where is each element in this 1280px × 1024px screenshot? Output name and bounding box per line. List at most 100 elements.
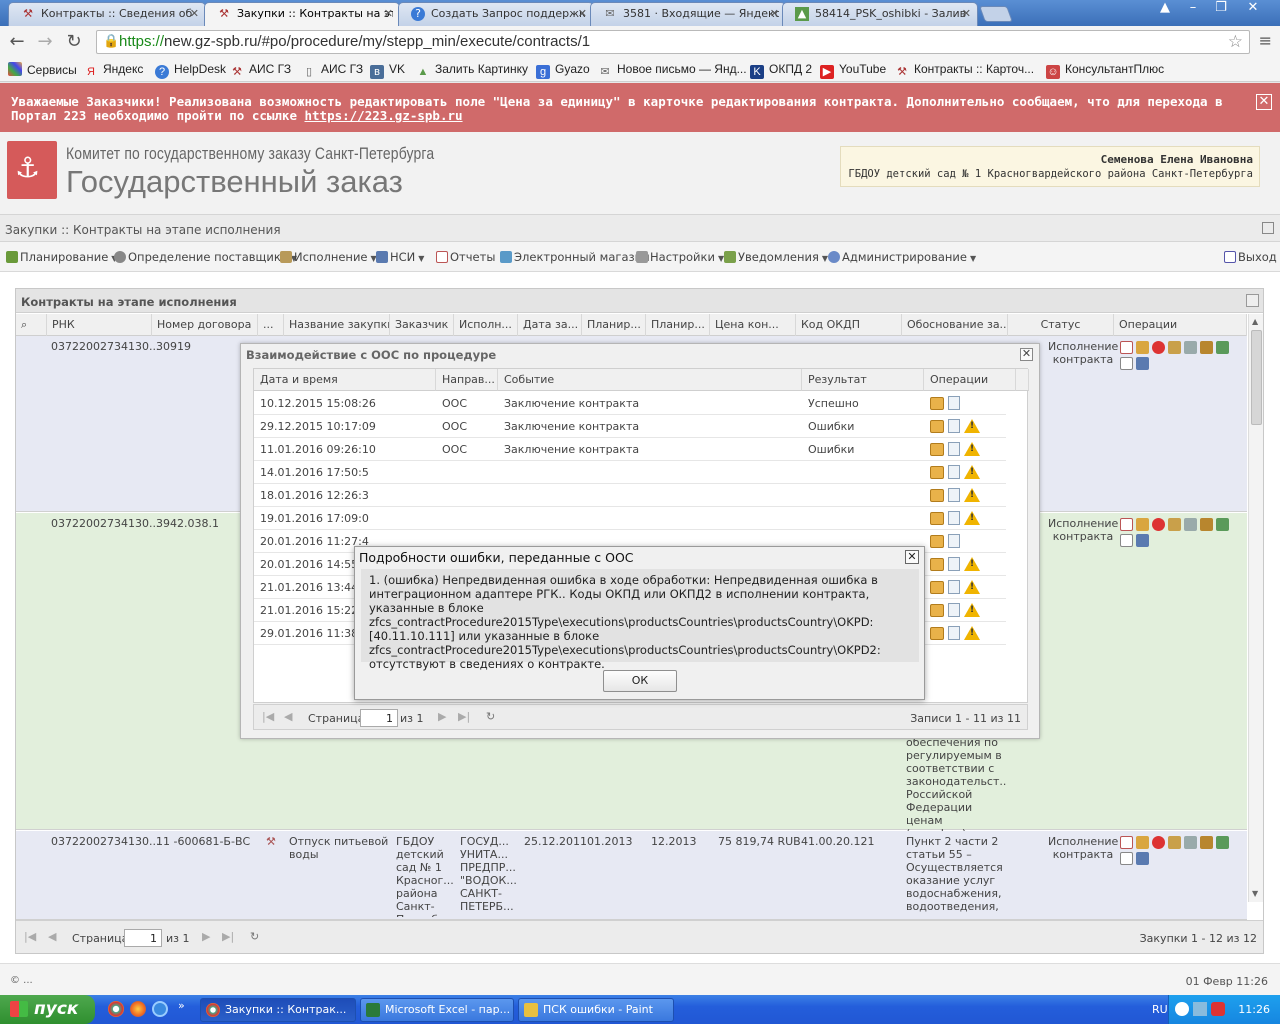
warning-icon[interactable]	[964, 626, 980, 640]
stop-icon[interactable]	[1152, 517, 1165, 531]
last-page-icon[interactable]: ▶|	[222, 930, 234, 943]
exit-button[interactable]: Выход	[1224, 250, 1277, 264]
bookmark-gyazo[interactable]: g Gyazo	[536, 62, 590, 79]
warning-icon[interactable]	[964, 511, 980, 525]
bookmark-vk[interactable]: в VK	[370, 62, 405, 79]
network-icon[interactable]	[1193, 1002, 1207, 1016]
column-header[interactable]: Исполн...	[454, 314, 518, 336]
user-icon[interactable]: ▲	[1152, 0, 1178, 18]
document-icon[interactable]	[1120, 356, 1133, 370]
tools-icon[interactable]	[1184, 517, 1197, 531]
card-icon[interactable]	[1120, 517, 1133, 531]
browser-tab[interactable]: ▲ 58414_PSK_oshibki - Залив ✕	[782, 2, 978, 26]
tools-icon[interactable]	[1184, 835, 1197, 849]
chart-icon[interactable]	[1168, 340, 1181, 354]
menu-nsi[interactable]: НСИ ▼	[376, 250, 424, 264]
scroll-up-icon[interactable]: ▲	[1252, 317, 1258, 326]
ie-icon[interactable]	[152, 1001, 168, 1017]
archive-icon[interactable]	[1136, 851, 1149, 865]
menu-reports[interactable]: Отчеты	[436, 250, 495, 264]
antivirus-icon[interactable]	[1211, 1002, 1225, 1016]
column-header[interactable]: Событие	[498, 369, 802, 391]
package-icon[interactable]	[930, 465, 944, 479]
new-tab-button[interactable]	[979, 6, 1013, 22]
scroll-down-icon[interactable]: ▼	[1252, 889, 1258, 898]
column-header[interactable]: Дата и время	[254, 369, 436, 391]
chrome-icon[interactable]	[108, 1001, 124, 1017]
package-icon[interactable]	[930, 396, 944, 410]
close-icon[interactable]: ✕	[190, 3, 199, 25]
ok-button[interactable]: ОК	[603, 670, 677, 692]
column-header[interactable]: Результат	[802, 369, 924, 391]
menu-icon[interactable]: ≡	[1259, 31, 1272, 50]
edit-icon[interactable]	[1136, 340, 1149, 354]
warning-icon[interactable]	[964, 465, 980, 479]
reload-icon[interactable]: ↻	[63, 31, 85, 53]
document-icon[interactable]	[948, 557, 960, 571]
bookmark-new-mail[interactable]: ✉ Новое письмо — Янд...	[598, 62, 746, 79]
list-item[interactable]: 10.12.2015 15:08:26 ООС Заключение контрак…	[254, 392, 1006, 415]
maximize-icon[interactable]: ❐	[1208, 0, 1234, 18]
first-page-icon[interactable]: |◀	[262, 710, 274, 723]
star-icon[interactable]: ☆	[1228, 32, 1243, 52]
vertical-scrollbar[interactable]: ▲ ▼	[1248, 314, 1263, 902]
close-icon[interactable]: ✕	[962, 3, 971, 25]
document-icon[interactable]	[948, 465, 960, 479]
window-close-icon[interactable]: ✕	[1240, 0, 1266, 18]
more-icon[interactable]: »	[178, 999, 185, 1012]
list-item[interactable]: 11.01.2016 09:26:10 ООС Заключение контрак…	[254, 438, 1006, 461]
package-icon[interactable]	[930, 626, 944, 640]
column-header[interactable]: Планир...	[582, 314, 646, 336]
column-header[interactable]: ...	[258, 314, 284, 336]
document-icon[interactable]	[1120, 851, 1133, 865]
warning-icon[interactable]	[964, 557, 980, 571]
reload-icon[interactable]: ↻	[486, 710, 495, 723]
close-icon[interactable]: ✕	[578, 3, 587, 25]
prev-page-icon[interactable]: ◀	[48, 930, 56, 943]
column-header[interactable]: Код ОКДП	[796, 314, 902, 336]
firefox-icon[interactable]	[130, 1001, 146, 1017]
card-icon[interactable]	[1120, 835, 1133, 849]
edit-icon[interactable]	[1136, 517, 1149, 531]
package-icon[interactable]	[930, 603, 944, 617]
bookmark-yandex[interactable]: Я Яндекс	[84, 62, 143, 79]
close-icon[interactable]: ✕	[905, 550, 919, 564]
sync-icon[interactable]	[1216, 340, 1229, 354]
bookmark-ais-gz-2[interactable]: ▯ АИС ГЗ	[302, 62, 363, 79]
browser-tab[interactable]: ⚒ Контракты :: Сведения об ✕	[8, 2, 206, 26]
page-input[interactable]: 1	[360, 709, 398, 727]
close-icon[interactable]: ✕	[384, 3, 393, 25]
minimize-icon[interactable]: –	[1180, 0, 1206, 18]
emblem-icon[interactable]	[1200, 340, 1213, 354]
package-icon[interactable]	[930, 488, 944, 502]
next-page-icon[interactable]: ▶	[438, 710, 446, 723]
card-icon[interactable]	[1120, 340, 1133, 354]
warning-icon[interactable]	[964, 603, 980, 617]
stop-icon[interactable]	[1152, 340, 1165, 354]
document-icon[interactable]	[948, 580, 960, 594]
language-indicator[interactable]: RU	[1152, 1003, 1168, 1016]
clock[interactable]: 11:26	[1238, 1003, 1270, 1016]
column-header[interactable]: Планир...	[646, 314, 710, 336]
document-icon[interactable]	[948, 626, 960, 640]
column-header[interactable]: Операции	[1114, 314, 1247, 336]
document-icon[interactable]	[948, 442, 960, 456]
warning-icon[interactable]	[964, 488, 980, 502]
start-button[interactable]: пуск	[0, 995, 95, 1024]
browser-tab[interactable]: ✉ 3581 · Входящие — Яндекс ✕	[590, 2, 786, 26]
refresh-icon[interactable]	[1246, 294, 1259, 307]
document-icon[interactable]	[948, 603, 960, 617]
package-icon[interactable]	[930, 557, 944, 571]
package-icon[interactable]	[930, 511, 944, 525]
bookmark-consultantplus[interactable]: ☺ КонсультантПлюс	[1046, 62, 1164, 79]
close-icon[interactable]: ✕	[1256, 94, 1272, 110]
collapse-icon[interactable]	[1262, 222, 1274, 234]
column-header[interactable]: Название закупки	[284, 314, 390, 336]
bookmark-services[interactable]: Сервисы	[8, 62, 77, 77]
reload-icon[interactable]: ↻	[250, 930, 259, 943]
table-row[interactable]: 03722002734130... 11 -600681-Б-ВС ⚒ Отпу…	[16, 831, 1247, 920]
scrollbar-thumb[interactable]	[1251, 330, 1262, 425]
archive-icon[interactable]	[1136, 356, 1149, 370]
column-header[interactable]: Операции	[924, 369, 1016, 391]
page-input[interactable]: 1	[124, 929, 162, 947]
